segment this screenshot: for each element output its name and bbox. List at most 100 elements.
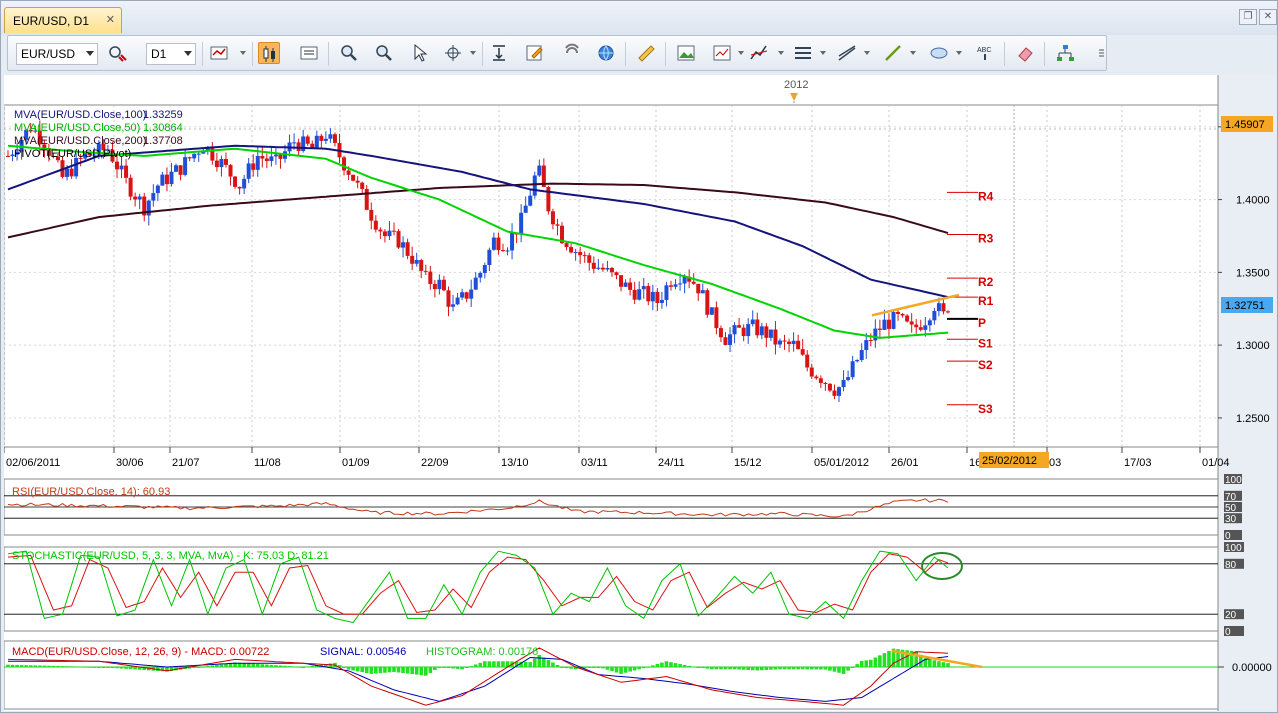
x-tick-label: 01/04	[1202, 457, 1230, 469]
macd-hist-bar	[719, 667, 723, 670]
macd-hist-bar	[859, 660, 864, 667]
zoom-out-icon[interactable]	[373, 42, 395, 64]
symbol-select[interactable]: EUR/USD	[16, 43, 98, 65]
candle-body	[410, 255, 415, 264]
candle-body	[296, 142, 301, 152]
macd-hist-bar	[464, 667, 469, 668]
candle-body	[614, 272, 619, 276]
trendline-icon[interactable]	[836, 42, 858, 64]
crosshair-icon[interactable]	[442, 42, 464, 64]
candle-body	[587, 255, 592, 263]
macd-hist-bar	[296, 666, 301, 668]
eraser-icon[interactable]	[1014, 42, 1036, 64]
candle-body	[273, 154, 278, 157]
chevron-down-icon[interactable]	[910, 51, 916, 55]
macd-hist-bar	[641, 667, 646, 669]
macd-hist-bar	[846, 667, 850, 671]
rsi-level-label: 0	[1225, 531, 1231, 542]
stoch-level-label: 0	[1225, 627, 1231, 638]
candle-body	[936, 303, 941, 312]
objects-tree-icon[interactable]	[1054, 42, 1076, 64]
candlestick-icon[interactable]	[258, 42, 280, 64]
macd-hist-bar	[741, 667, 746, 670]
macd-hist-bar	[564, 667, 569, 669]
candle-body	[160, 174, 165, 186]
chart-tab[interactable]: EUR/USD, D1 ✕	[4, 7, 122, 33]
chevron-down-icon[interactable]	[470, 51, 476, 55]
candle-body	[746, 324, 751, 337]
macd-hist-bar	[351, 667, 355, 671]
candle-body	[369, 209, 374, 221]
scroll-to-end-icon[interactable]	[488, 42, 510, 64]
globe-icon[interactable]	[595, 42, 617, 64]
edit-icon[interactable]	[524, 42, 546, 64]
cursor-icon[interactable]	[408, 42, 430, 64]
macd-hist-bar	[219, 664, 224, 667]
shapes-icon[interactable]	[928, 42, 950, 64]
candle-body	[850, 361, 855, 378]
candle-body	[782, 340, 787, 342]
rsi-level-label: 70	[1225, 492, 1237, 503]
text-icon[interactable]: ABC	[974, 42, 996, 64]
close-window-icon[interactable]: ✕	[1259, 9, 1277, 25]
chevron-down-icon[interactable]	[778, 51, 784, 55]
timeframe-select[interactable]: D1	[146, 43, 196, 65]
chevron-down-icon[interactable]	[240, 51, 246, 55]
magnet-icon[interactable]	[561, 42, 583, 64]
macd-hist-bar	[206, 666, 210, 668]
chevron-down-icon[interactable]	[956, 51, 962, 55]
candle-body	[355, 180, 360, 183]
candle-body	[914, 324, 919, 328]
svg-text:ABC: ABC	[977, 47, 991, 54]
macd-hist-bar	[92, 666, 97, 668]
toolbar-overflow-icon[interactable]	[1090, 42, 1104, 64]
candle-body	[628, 282, 633, 290]
lines-icon[interactable]	[792, 42, 814, 64]
restore-window-icon[interactable]: ❐	[1239, 9, 1257, 25]
candle-body	[192, 153, 197, 159]
chevron-down-icon[interactable]	[864, 51, 870, 55]
screenshot-icon[interactable]	[675, 42, 697, 64]
macd-hist-bar	[796, 667, 800, 670]
template-icon[interactable]	[711, 42, 733, 64]
candle-body	[473, 277, 478, 290]
candle-body	[233, 176, 238, 187]
candle-body	[591, 262, 596, 269]
chart-area[interactable]: 02/06/2011 30/06 21/07 11/08 01/09 22/09 13/10…	[3, 75, 1276, 711]
candle-body	[659, 299, 664, 303]
candle-body	[164, 174, 169, 185]
candle-body	[528, 195, 533, 206]
macd-hist-bar	[33, 665, 38, 667]
indicators-icon[interactable]	[748, 42, 770, 64]
x-tick-label: 03/11	[581, 457, 608, 469]
close-tab-icon[interactable]: ✕	[106, 13, 115, 26]
candle-body	[255, 155, 260, 170]
macd-hist-bar	[255, 663, 260, 667]
ruler-icon[interactable]	[635, 42, 657, 64]
pen-icon[interactable]	[882, 42, 904, 64]
candle-body	[932, 311, 937, 321]
candle-body	[482, 265, 487, 274]
chevron-down-icon[interactable]	[820, 51, 826, 55]
candle-body	[873, 328, 878, 341]
candle-body	[655, 291, 660, 303]
bar-type-icon[interactable]	[208, 42, 230, 64]
candle-body	[855, 359, 860, 362]
macd-hist-bar	[423, 667, 428, 676]
heikin-icon[interactable]	[298, 42, 320, 64]
chevron-down-icon[interactable]	[738, 51, 744, 55]
candle-body	[569, 247, 574, 253]
macd-hist-bar	[882, 653, 887, 667]
candle-body	[818, 378, 823, 383]
x-tick-label: 22/09	[421, 457, 449, 469]
candle-body	[133, 196, 138, 200]
macd-hist-bar	[532, 658, 537, 667]
macd-hist-bar	[655, 664, 660, 667]
chart-canvas[interactable]: 02/06/2011 30/06 21/07 11/08 01/09 22/09 13/10…	[3, 75, 1276, 711]
candle-body	[723, 337, 728, 345]
zoom-in-icon[interactable]	[338, 42, 360, 64]
macd-hist-bar	[433, 667, 437, 671]
macd-hist-bar	[832, 667, 837, 672]
compare-icon[interactable]	[106, 42, 128, 64]
x-tick-label: 26/01	[891, 457, 919, 469]
